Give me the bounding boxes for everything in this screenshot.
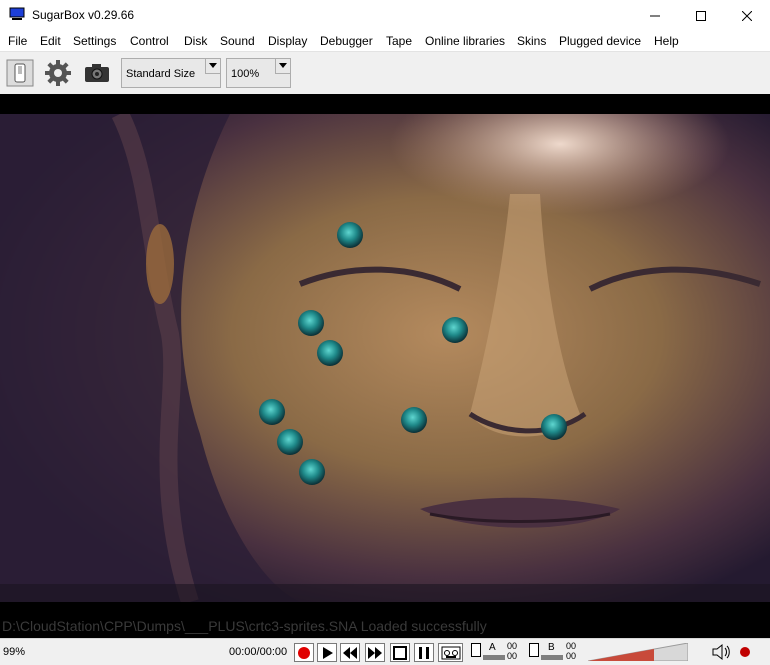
cassette-icon [441,646,460,659]
menu-plugged-device[interactable]: Plugged device [559,34,641,48]
emulator-screen[interactable]: D:\CloudStation\CPP\Dumps\___PLUS\crtc3-… [0,94,770,638]
chevron-down-icon[interactable] [275,59,290,74]
menu-file[interactable]: File [8,34,27,48]
window-title: SugarBox v0.29.66 [32,8,135,22]
tape-fast-forward-button[interactable] [365,643,385,662]
menu-edit[interactable]: Edit [40,34,61,48]
rewind-icon [343,646,357,659]
settings-button[interactable] [43,58,73,88]
menu-settings[interactable]: Settings [73,34,116,48]
pause-icon [419,646,429,659]
status-bar: 99% 00:00/00:00 A 00 00 B 00 00 [0,638,770,665]
drive-a-label: A [489,642,496,653]
maximize-button[interactable] [678,0,724,31]
menu-disk[interactable]: Disk [184,34,207,48]
fast-forward-icon [368,646,382,659]
size-select-value: Standard Size [126,68,196,80]
menu-help[interactable]: Help [654,34,679,48]
volume-slider[interactable] [588,643,688,661]
drive-a-sector: 00 [507,651,518,661]
drive-b-sector: 00 [566,651,577,661]
menu-control[interactable]: Control [130,34,169,48]
drive-a-track: 00 [507,641,518,651]
app-icon [9,7,25,20]
close-button[interactable] [724,0,770,31]
minimize-icon [650,15,660,16]
speed-percent: 99% [3,646,26,658]
tape-stop-button[interactable] [390,643,410,662]
power-button[interactable] [5,58,35,88]
camera-icon [85,64,109,82]
chevron-down-icon[interactable] [205,59,220,74]
record-icon [298,646,310,659]
zoom-select[interactable]: 100% [226,58,291,88]
title-bar: SugarBox v0.29.66 [0,0,770,31]
close-icon [742,10,752,21]
drive-b-activity [541,655,563,660]
menu-sound[interactable]: Sound [220,34,255,48]
tape-play-button[interactable] [317,643,337,662]
menu-skins[interactable]: Skins [517,34,546,48]
volume-icon[interactable] [711,643,731,661]
maximize-icon [696,10,706,21]
zoom-select-value: 100% [231,68,260,80]
tape-rewind-button[interactable] [340,643,360,662]
menu-bar: File Edit Settings Control Disk Sound Di… [0,31,770,51]
drive-b-track: 00 [566,641,577,651]
tape-time: 00:00/00:00 [229,646,288,658]
size-select[interactable]: Standard Size [121,58,221,88]
buddha-face-image [0,114,770,602]
load-status-message: D:\CloudStation\CPP\Dumps\___PLUS\crtc3-… [2,618,487,634]
drive-b-slot[interactable] [529,643,539,657]
gear-icon [45,60,71,86]
tape-record-button[interactable] [294,643,314,662]
tape-pause-button[interactable] [414,643,434,662]
drive-b-label: B [548,642,555,653]
screenshot-button[interactable] [82,58,112,88]
menu-online-libraries[interactable]: Online libraries [425,34,505,48]
tape-eject-button[interactable] [438,643,463,662]
stop-icon [393,645,407,660]
toolbar: Standard Size 100% [0,51,770,94]
drive-a-activity [483,655,505,660]
menu-display[interactable]: Display [268,34,307,48]
drive-a-slot[interactable] [471,643,481,657]
menu-tape[interactable]: Tape [386,34,412,48]
menu-debugger[interactable]: Debugger [320,34,373,48]
record-indicator-icon[interactable] [738,645,752,659]
play-icon [323,646,333,659]
minimize-button[interactable] [632,0,678,31]
power-switch-icon [6,59,34,87]
